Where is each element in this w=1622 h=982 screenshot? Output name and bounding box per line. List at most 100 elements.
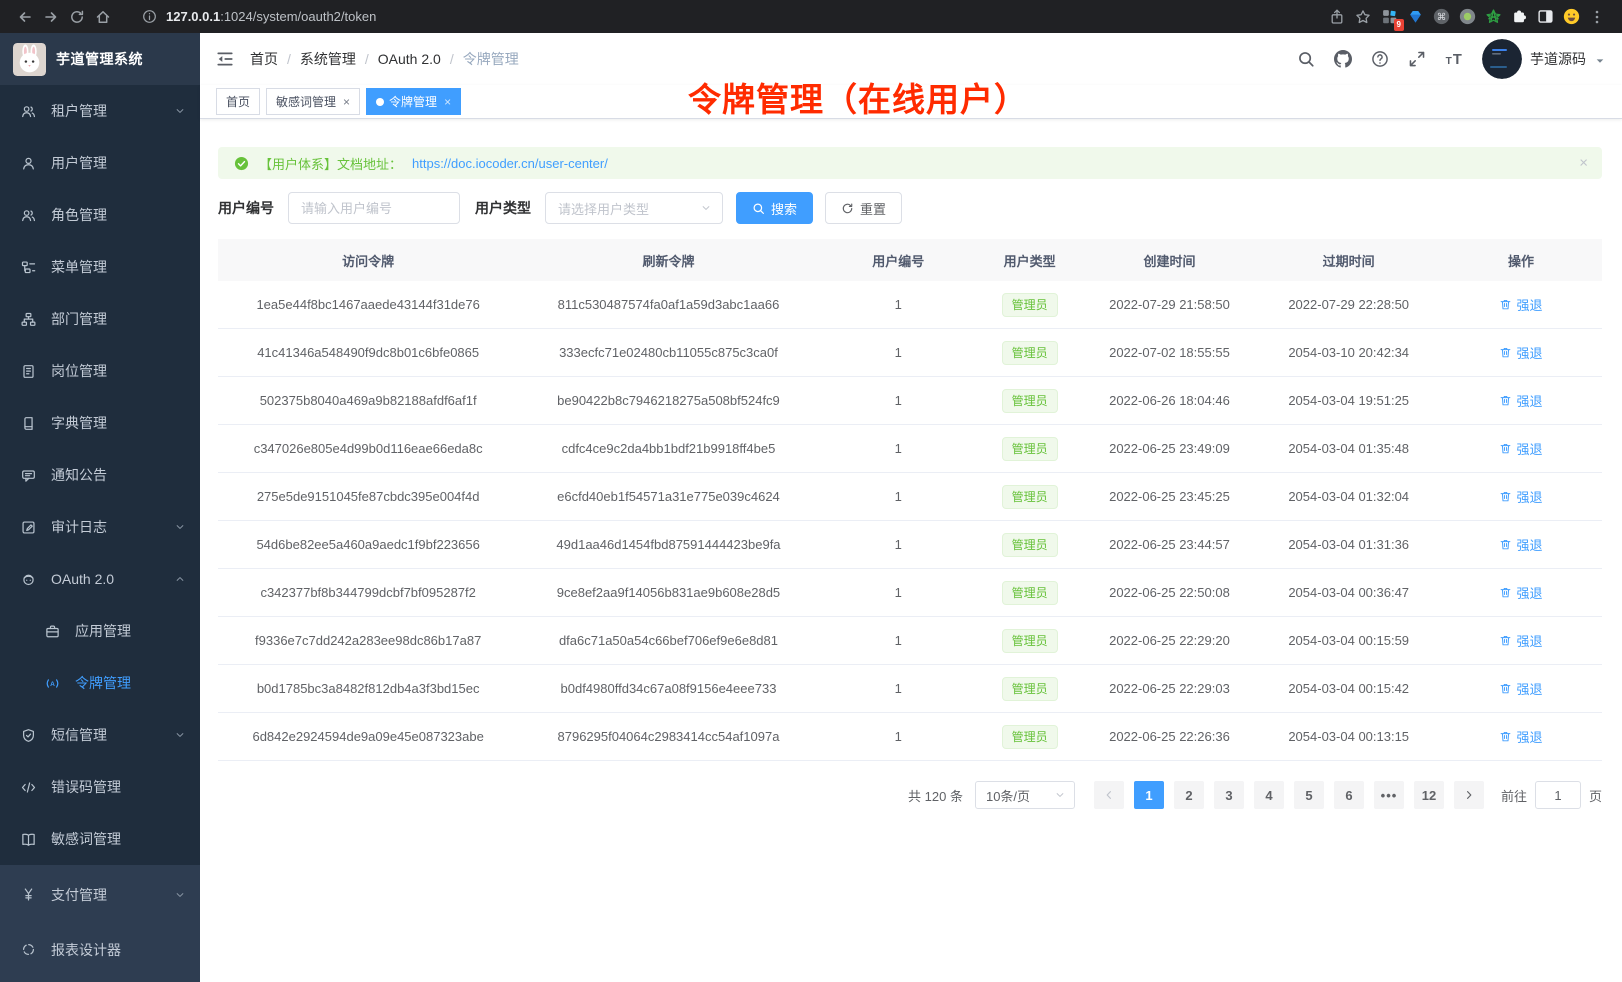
sidebar-item-oauth2[interactable]: OAuth 2.0 xyxy=(0,553,200,605)
sidebar-item-label: 字典管理 xyxy=(51,413,107,433)
font-size-icon[interactable]: TT xyxy=(1445,50,1463,68)
force-logout-button[interactable]: 强退 xyxy=(1499,679,1542,698)
sidebar-fold-icon[interactable] xyxy=(216,50,234,68)
breadcrumb-item[interactable]: OAuth 2.0 xyxy=(378,51,441,67)
force-logout-button[interactable]: 强退 xyxy=(1499,439,1542,458)
page-button-5[interactable]: 5 xyxy=(1294,781,1324,809)
user-id-input[interactable] xyxy=(288,192,460,224)
sidebar-item-tenant-management[interactable]: 租户管理 xyxy=(0,85,200,137)
breadcrumb-item[interactable]: 首页 xyxy=(250,49,278,69)
sidebar-item-sms-management[interactable]: 短信管理 xyxy=(0,709,200,761)
page-button-6[interactable]: 6 xyxy=(1334,781,1364,809)
doc-link[interactable]: https://doc.iocoder.cn/user-center/ xyxy=(412,156,608,171)
sidebar-item-audit-log[interactable]: 审计日志 xyxy=(0,501,200,553)
page-size-select[interactable]: 10条/页 xyxy=(975,781,1075,809)
extension-record-icon[interactable] xyxy=(1454,4,1480,30)
next-page-button[interactable] xyxy=(1454,781,1484,809)
page-buttons: 123456•••12 xyxy=(1129,781,1449,809)
tab-close-icon[interactable]: × xyxy=(343,95,350,109)
tab-close-icon[interactable]: × xyxy=(444,95,451,109)
extension-command-icon[interactable]: ⌘ xyxy=(1428,4,1454,30)
pager-more[interactable]: ••• xyxy=(1374,781,1404,809)
force-logout-button[interactable]: 强退 xyxy=(1499,727,1542,746)
sidebar-item-post-management[interactable]: 岗位管理 xyxy=(0,345,200,397)
browser-menu-icon[interactable] xyxy=(1584,4,1610,30)
breadcrumb-item[interactable]: 系统管理 xyxy=(300,49,356,69)
page-button-1[interactable]: 1 xyxy=(1134,781,1164,809)
forward-icon[interactable] xyxy=(38,4,64,30)
reset-button[interactable]: 重置 xyxy=(825,192,902,224)
user-menu[interactable]: 芋道源码 xyxy=(1482,39,1606,79)
extension-star-icon[interactable] xyxy=(1480,4,1506,30)
tab-label: 令牌管理 xyxy=(389,93,437,110)
force-logout-button[interactable]: 强退 xyxy=(1499,487,1542,506)
sidebar-toggle-icon[interactable] xyxy=(1532,4,1558,30)
extension-grid-icon[interactable]: 9 xyxy=(1376,4,1402,30)
avatar xyxy=(1482,39,1522,79)
site-info-icon[interactable] xyxy=(142,9,157,24)
user-type-tag: 管理员 xyxy=(1002,341,1058,365)
force-logout-button[interactable]: 强退 xyxy=(1499,535,1542,554)
profile-emoji-icon[interactable] xyxy=(1558,4,1584,30)
sidebar-item-oauth2-token[interactable]: A 令牌管理 xyxy=(0,657,200,709)
cell-user-type: 管理员 xyxy=(978,725,1082,749)
tab-sensitive-words[interactable]: 敏感词管理 × xyxy=(266,88,360,115)
sidebar-item-user-management[interactable]: 用户管理 xyxy=(0,137,200,189)
cell-user-type: 管理员 xyxy=(978,437,1082,461)
sidebar-item-dict-management[interactable]: 字典管理 xyxy=(0,397,200,449)
sidebar-item-dept-management[interactable]: 部门管理 xyxy=(0,293,200,345)
sidebar-item-label: 部门管理 xyxy=(51,309,107,329)
sidebar-item-notice-management[interactable]: 通知公告 xyxy=(0,449,200,501)
force-logout-button[interactable]: 强退 xyxy=(1499,391,1542,410)
doc-alert: 【用户体系】文档地址： https://doc.iocoder.cn/user-… xyxy=(218,147,1602,179)
sidebar-item-role-management[interactable]: 角色管理 xyxy=(0,189,200,241)
extension-puzzle-icon[interactable] xyxy=(1506,4,1532,30)
share-icon[interactable] xyxy=(1324,4,1350,30)
force-logout-button[interactable]: 强退 xyxy=(1499,631,1542,650)
open-book-icon xyxy=(21,832,36,847)
goto-suffix: 页 xyxy=(1589,786,1602,805)
sidebar-item-sensitive-word-management[interactable]: 敏感词管理 xyxy=(0,813,200,865)
page-button-2[interactable]: 2 xyxy=(1174,781,1204,809)
delete-icon xyxy=(1499,682,1512,695)
tab-token-management[interactable]: 令牌管理 × xyxy=(366,88,461,115)
cell-expire-time: 2054-03-04 00:13:15 xyxy=(1257,729,1440,744)
url-path: :1024/system/oauth2/token xyxy=(220,9,376,24)
help-icon[interactable] xyxy=(1371,50,1389,68)
tab-label: 首页 xyxy=(226,93,250,110)
extension-gem-icon[interactable] xyxy=(1402,4,1428,30)
search-icon[interactable] xyxy=(1297,50,1315,68)
user-type-select[interactable]: 请选择用户类型 xyxy=(545,192,723,224)
app-logo[interactable]: 芋道管理系统 xyxy=(0,33,200,85)
sidebar-menu: 租户管理 用户管理 角色管理 菜单管理 部门管理 岗位管理 字典管理 通知公告 … xyxy=(0,85,200,865)
sidebar-item-payment-management[interactable]: 支付管理 xyxy=(0,867,200,922)
svg-text:T: T xyxy=(1453,52,1462,68)
goto-page-input[interactable] xyxy=(1535,781,1581,809)
prev-page-button[interactable] xyxy=(1094,781,1124,809)
force-logout-button[interactable]: 强退 xyxy=(1499,583,1542,602)
dict-icon xyxy=(21,416,36,431)
reload-icon[interactable] xyxy=(64,4,90,30)
back-icon[interactable] xyxy=(12,4,38,30)
url-text: 127.0.0.1:1024/system/oauth2/token xyxy=(166,9,376,24)
force-logout-button[interactable]: 强退 xyxy=(1499,295,1542,314)
sidebar-item-oauth2-application[interactable]: 应用管理 xyxy=(0,605,200,657)
github-icon[interactable] xyxy=(1334,50,1352,68)
user-id-label: 用户编号 xyxy=(218,198,274,218)
sidebar-item-menu-management[interactable]: 菜单管理 xyxy=(0,241,200,293)
tab-home[interactable]: 首页 × xyxy=(216,88,260,115)
home-icon[interactable] xyxy=(90,4,116,30)
address-bar[interactable]: 127.0.0.1:1024/system/oauth2/token xyxy=(130,4,1310,29)
page-button-12[interactable]: 12 xyxy=(1414,781,1444,809)
bookmark-star-icon[interactable] xyxy=(1350,4,1376,30)
force-logout-button[interactable]: 强退 xyxy=(1499,343,1542,362)
page-button-3[interactable]: 3 xyxy=(1214,781,1244,809)
sidebar-item-error-code-management[interactable]: 错误码管理 xyxy=(0,761,200,813)
fullscreen-icon[interactable] xyxy=(1408,50,1426,68)
alert-close-icon[interactable]: × xyxy=(1579,156,1588,171)
sidebar-item-report-designer[interactable]: 报表设计器 xyxy=(0,922,200,977)
cell-expire-time: 2054-03-04 19:51:25 xyxy=(1257,393,1440,408)
page-button-4[interactable]: 4 xyxy=(1254,781,1284,809)
svg-text:⌘: ⌘ xyxy=(1436,12,1446,23)
search-button[interactable]: 搜索 xyxy=(736,192,813,224)
